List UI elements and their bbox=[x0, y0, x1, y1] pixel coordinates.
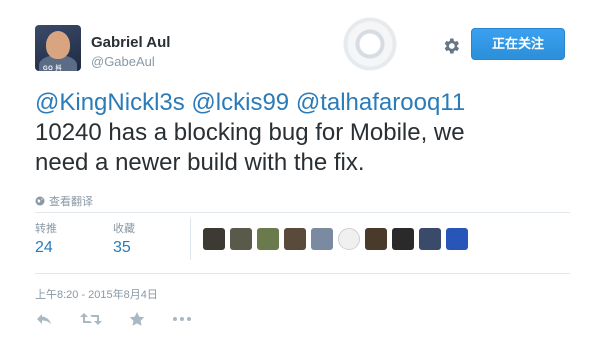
avatar[interactable]: GO 抖 bbox=[35, 25, 81, 71]
favorite-count: 35 bbox=[113, 239, 131, 256]
retweet-icon[interactable] bbox=[80, 311, 102, 327]
tweet-text: @KingNickl3s @lckis99 @talhafarooq11 102… bbox=[35, 88, 575, 178]
tweet-actions bbox=[35, 311, 219, 327]
favoriter-avatar[interactable] bbox=[203, 228, 225, 250]
translate-link[interactable]: 查看翻译 bbox=[35, 193, 93, 209]
reply-icon[interactable] bbox=[35, 311, 53, 327]
favoriter-avatar[interactable] bbox=[257, 228, 279, 250]
favorite-label: 收藏 bbox=[113, 223, 135, 235]
gear-icon[interactable] bbox=[441, 36, 461, 56]
mention-link[interactable]: @lckis99 bbox=[191, 89, 289, 116]
favoriter-avatar[interactable] bbox=[392, 228, 414, 250]
globe-icon bbox=[35, 196, 45, 206]
divider bbox=[35, 212, 570, 213]
tweet-line: 10240 has a blocking bug for Mobile, we bbox=[35, 119, 465, 146]
following-button[interactable]: 正在关注 bbox=[471, 28, 565, 60]
favoriter-avatar[interactable] bbox=[230, 228, 252, 250]
favoriter-avatar[interactable] bbox=[365, 228, 387, 250]
favoriter-avatar[interactable] bbox=[338, 228, 360, 250]
translate-label: 查看翻译 bbox=[49, 196, 93, 208]
divider bbox=[35, 273, 570, 274]
favoriter-avatar[interactable] bbox=[419, 228, 441, 250]
tweet-timestamp[interactable]: 上午8:20 - 2015年8月4日 bbox=[35, 286, 158, 302]
favorite-stat[interactable]: 收藏 35 bbox=[113, 220, 135, 257]
user-name[interactable]: Gabriel Aul bbox=[91, 34, 170, 51]
mention-link[interactable]: @KingNickl3s bbox=[35, 89, 185, 116]
favoriter-avatar[interactable] bbox=[284, 228, 306, 250]
tweet-mentions-line: @KingNickl3s @lckis99 @talhafarooq11 bbox=[35, 88, 575, 118]
favoriter-avatars bbox=[203, 228, 468, 250]
favoriter-avatar[interactable] bbox=[311, 228, 333, 250]
more-icon[interactable] bbox=[172, 315, 192, 323]
tweet-line: need a newer build with the fix. bbox=[35, 149, 365, 176]
favorite-icon[interactable] bbox=[129, 311, 145, 327]
user-handle[interactable]: @GabeAul bbox=[91, 54, 155, 69]
retweet-count: 24 bbox=[35, 239, 53, 256]
stats-separator bbox=[190, 218, 191, 260]
mention-link[interactable]: @talhafarooq11 bbox=[296, 89, 465, 116]
retweet-label: 转推 bbox=[35, 223, 57, 235]
avatar-tag: GO 抖 bbox=[43, 66, 63, 71]
avatar-face bbox=[46, 31, 70, 59]
favoriter-avatar[interactable] bbox=[446, 228, 468, 250]
watermark-logo bbox=[330, 4, 410, 84]
retweet-stat[interactable]: 转推 24 bbox=[35, 220, 57, 257]
